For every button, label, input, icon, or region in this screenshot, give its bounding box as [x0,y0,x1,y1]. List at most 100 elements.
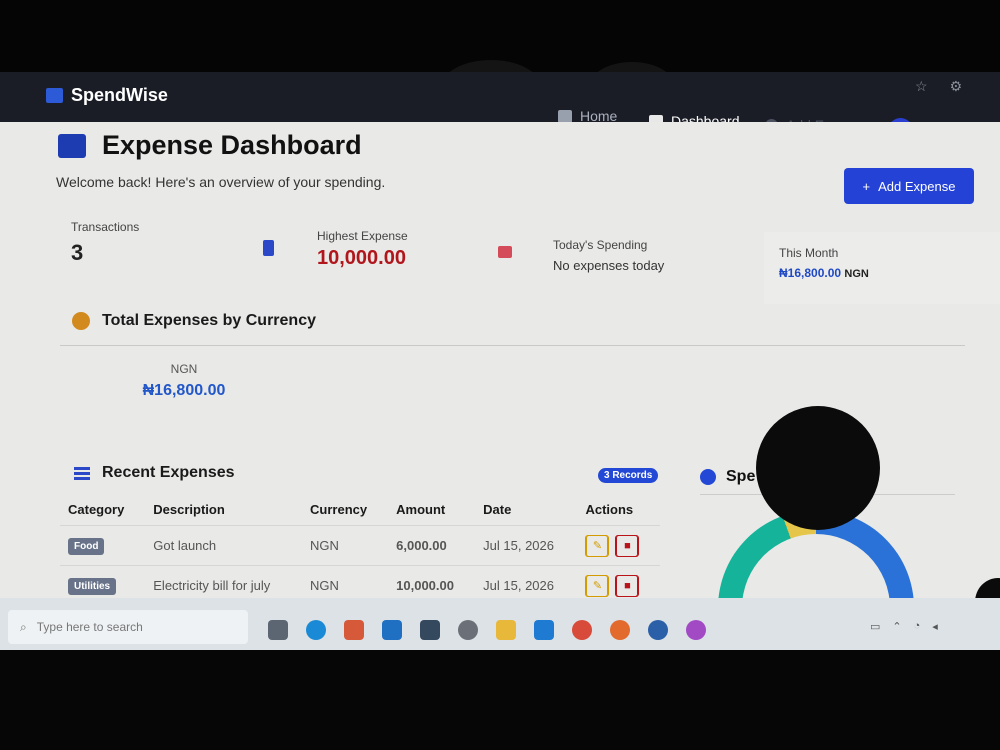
add-expense-button[interactable]: + Add Expense [844,168,974,204]
table-row: Food Got launch NGN 6,000.00 Jul 15, 202… [60,525,660,566]
cell-date: Jul 15, 2026 [475,525,578,566]
app-icon[interactable] [686,620,706,640]
plus-icon: + [862,178,871,194]
delete-button[interactable]: ■ [615,574,640,597]
month-currency: NGN [844,268,869,280]
search-icon: ⌕ [20,619,27,634]
screen-bezel-bottom [0,650,1000,750]
stat-value: 10,000.00 [317,247,406,269]
category-badge: Utilities [68,577,117,595]
cell-actions: ✎ ■ [577,565,660,598]
cell-date: Jul 15, 2026 [475,565,578,598]
wallet-icon [58,133,86,158]
stat-transactions: Transactions 3 [71,220,139,266]
wifi-icon[interactable]: ◔ [914,620,921,633]
wordpress-icon[interactable] [648,620,668,640]
store-icon[interactable] [382,620,402,640]
taskbar-search-placeholder: Type here to search [36,620,143,634]
stat-today-spending: Today's Spending No expenses today [553,238,664,273]
edge-icon[interactable] [306,620,326,640]
pencil-icon: ✎ [586,574,609,597]
stat-label: Highest Expense [317,229,408,243]
stat-value: 3 [71,240,84,265]
divider [60,345,965,346]
firefox-icon[interactable] [610,620,630,640]
page-title-text: Expense Dashboard [102,130,362,160]
cell-description: Got launch [145,525,303,566]
recent-section-title: Recent Expenses [102,464,235,481]
trash-icon: ■ [616,534,639,557]
table-row: Utilities Electricity bill for july NGN … [60,565,660,598]
cell-category: Food [60,525,146,566]
welcome-text: Welcome back! Here's an overview of your… [56,174,386,190]
taskbar-search[interactable]: ⌕ Type here to search [8,610,248,644]
trash-icon: ■ [616,574,639,597]
settings-icon[interactable]: ⚙ [950,78,963,95]
column-header: Description [153,502,225,517]
cell-category: Utilities [60,565,146,598]
edit-button[interactable]: ✎ [585,574,610,597]
stat-label: Today's Spending [553,238,648,252]
photoshop-icon[interactable] [344,620,364,640]
add-expense-label: Add Expense [878,178,956,194]
cards-icon[interactable] [420,620,440,640]
coins-icon [72,312,90,330]
stat-value: No expenses today [553,258,665,273]
column-header: Date [483,502,512,517]
volume-icon[interactable]: ◂ [932,620,938,633]
cell-actions: ✎ ■ [577,525,660,566]
brand-name: SpendWise [71,85,168,105]
system-tray: ▭ ⌃ ◔ ◂ [870,620,938,633]
trend-icon [498,246,512,258]
battery-icon[interactable]: ▭ [870,620,880,633]
task-view-icon[interactable] [268,620,288,640]
delete-button[interactable]: ■ [615,534,640,557]
receipt-icon [263,240,274,256]
currency-code: NGN [170,362,198,376]
pencil-icon: ✎ [586,534,609,557]
spending-section-heading: Spe [700,468,755,486]
expenses-table: Category Description Currency Amount Dat… [60,494,660,598]
records-badge: 3 Records [598,468,659,483]
chrome-icon[interactable] [572,620,592,640]
stat-value: ₦16,800.00 NGN [779,266,869,280]
taskbar-apps [268,620,706,640]
brand[interactable]: SpendWise [46,85,168,106]
column-header: Actions [585,502,634,517]
vscode-icon[interactable] [534,620,554,640]
recent-section-heading: Recent Expenses [74,464,235,482]
cell-currency: NGN [302,565,389,598]
currency-total: ₦16,800.00 [142,382,226,399]
list-icon [74,466,90,480]
currency-section-heading: Total Expenses by Currency [72,312,316,330]
table-header-row: Category Description Currency Amount Dat… [60,494,660,526]
home-icon [558,109,572,123]
category-badge: Food [68,537,105,555]
browser-icons: ☆ ⚙ [915,78,962,95]
spending-section-title: Spe [726,468,756,485]
month-amount: ₦16,800.00 [779,266,842,280]
obscured-blot [756,406,880,530]
stat-label: This Month [779,246,839,260]
cell-description: Electricity bill for july [145,565,303,598]
wallet-logo-icon [46,88,63,103]
column-header: Category [68,502,125,517]
column-header: Currency [310,502,368,517]
stat-this-month: This Month ₦16,800.00 NGN [779,246,869,280]
currency-section-title: Total Expenses by Currency [102,312,316,329]
star-icon[interactable]: ☆ [915,78,928,95]
stat-highest-expense: Highest Expense 10,000.00 [317,229,408,270]
media-player-icon[interactable] [458,620,478,640]
pie-chart-icon [700,469,716,485]
dashboard-page: Expense Dashboard Welcome back! Here's a… [0,122,1000,598]
column-header: Amount [396,502,446,517]
currency-card: NGN ₦16,800.00 [108,362,260,422]
stat-label: Transactions [71,220,140,234]
folder-icon[interactable] [496,620,516,640]
cell-currency: NGN [302,525,389,566]
cell-amount: 10,000.00 [388,565,476,598]
edit-button[interactable]: ✎ [585,534,610,557]
page-title: Expense Dashboard [58,130,362,161]
chevron-up-icon[interactable]: ⌃ [892,620,901,633]
cell-amount: 6,000.00 [388,525,476,566]
